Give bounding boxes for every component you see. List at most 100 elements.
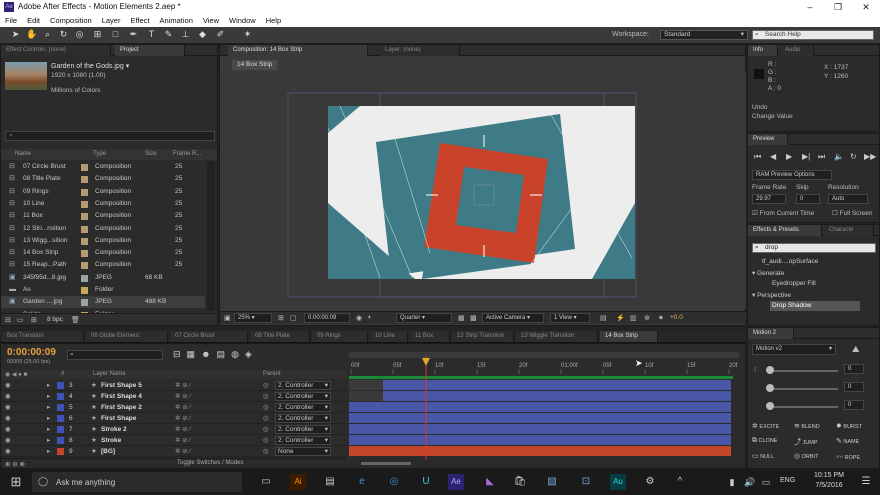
motion-blur-icon[interactable]: ◍ bbox=[231, 349, 245, 359]
power-icon[interactable]: ▭ bbox=[758, 474, 774, 490]
pan-behind-tool-icon[interactable]: ⊞ bbox=[92, 29, 103, 40]
label-color-swatch[interactable] bbox=[81, 164, 88, 171]
minimize-icon[interactable]: – bbox=[796, 0, 824, 14]
hand-tool-icon[interactable]: ✋ bbox=[26, 29, 37, 40]
eye-icon[interactable]: ◉ bbox=[5, 446, 11, 458]
graph-editor-icon[interactable]: ◈ bbox=[245, 349, 258, 359]
tab-composition[interactable]: Composition: 14 Box Strip bbox=[228, 45, 368, 56]
last-frame-icon[interactable]: ⏭ bbox=[818, 152, 825, 162]
layer-switch-icons[interactable]: ✲ ⊘ ∕ bbox=[175, 446, 191, 458]
parent-dropdown[interactable]: None ▾ bbox=[275, 447, 331, 456]
workspace-dropdown[interactable]: Standard ▾ bbox=[660, 30, 748, 40]
frame-rate-field[interactable]: 29.97 bbox=[752, 194, 786, 204]
project-item[interactable]: ⊟ 12 Stri...nsition Composition 25 bbox=[1, 223, 205, 235]
snapshot-icon[interactable]: ◉ bbox=[356, 314, 362, 322]
layer-label-color[interactable] bbox=[57, 382, 64, 389]
audition-icon[interactable]: Au bbox=[610, 474, 626, 490]
layer-name[interactable]: [BG] bbox=[101, 446, 115, 458]
tab-character[interactable]: Characte bbox=[824, 225, 874, 236]
tab-layer[interactable]: Layer: (none) bbox=[380, 45, 460, 56]
layer-row[interactable]: ◉ ▸ 3 ★ First Shape 5 ✲ ⊘ ∕ ◎ 2. Controller ▾ bbox=[1, 380, 346, 391]
menu-file[interactable]: File bbox=[0, 14, 22, 27]
effect-category-perspective[interactable]: ▾ Perspective bbox=[752, 291, 791, 299]
project-item[interactable]: ⊟ 10 Line Composition 25 bbox=[1, 198, 205, 210]
fast-preview-icon[interactable]: ⚡ bbox=[616, 314, 625, 322]
menu-window[interactable]: Window bbox=[224, 14, 261, 27]
camera-dropdown[interactable]: Active Camera ▾ bbox=[482, 313, 544, 323]
clock[interactable]: 10:15 PM 7/5/2016 bbox=[806, 471, 852, 491]
camera-tool-icon[interactable]: ◎ bbox=[74, 29, 85, 40]
effect-item-drop-shadow[interactable]: Drop Shadow bbox=[770, 301, 860, 311]
tab-preview[interactable]: Preview bbox=[748, 134, 788, 145]
show-snapshot-icon[interactable]: ◐ bbox=[368, 314, 372, 321]
project-search-input[interactable]: ⌕ bbox=[5, 131, 215, 141]
type-tool-icon[interactable]: T bbox=[146, 29, 157, 40]
col-size[interactable]: Size bbox=[145, 151, 157, 157]
motion-button-burst[interactable]: ✸ BURST bbox=[836, 422, 876, 430]
motion-button-clone[interactable]: ⧉ CLONE bbox=[752, 437, 792, 445]
comp-mini-flowchart-icon[interactable]: ⊟ bbox=[173, 349, 187, 359]
effect-category-generate[interactable]: ▾ Generate bbox=[752, 269, 784, 277]
project-item[interactable]: ⊟ 09 Rings Composition 25 bbox=[1, 186, 205, 198]
timeline-tab[interactable]: 14 Box Strip bbox=[600, 331, 658, 342]
resolution-field[interactable]: Auto bbox=[828, 194, 868, 204]
layer-label-color[interactable] bbox=[57, 404, 64, 411]
from-current-checkbox[interactable]: ☑ From Current Time bbox=[752, 209, 814, 217]
taskbar-search[interactable]: ◯ Ask me anything bbox=[32, 472, 242, 492]
layer-label-color[interactable] bbox=[57, 426, 64, 433]
project-item[interactable]: ▣ 345f95d...8.jpg JPEG 68 KB bbox=[1, 272, 205, 284]
layer-label-color[interactable] bbox=[57, 437, 64, 444]
motion-button-jump[interactable]: ⤴ JUMP bbox=[794, 437, 834, 447]
comp-timecode-field[interactable]: 0:00:00:09 bbox=[304, 313, 350, 323]
timeline-graph[interactable]: 00f 05f 10f 15f 20f 01:00f 05f 10f 15f 20f bbox=[347, 348, 745, 468]
transparency-grid-icon[interactable]: ▩ bbox=[470, 314, 477, 322]
label-color-swatch[interactable] bbox=[81, 287, 88, 294]
timeline-icon[interactable]: ▥ bbox=[630, 314, 637, 322]
motion-preset-dropdown[interactable]: Motion v2 ▾ bbox=[752, 344, 836, 355]
menu-composition[interactable]: Composition bbox=[45, 14, 97, 27]
label-color-swatch[interactable] bbox=[81, 274, 88, 282]
expand-arrow-icon[interactable]: ▸ bbox=[47, 446, 50, 458]
bpc-label[interactable]: 8 bpc bbox=[47, 316, 63, 323]
motion-button-name[interactable]: ✎ NAME bbox=[836, 437, 876, 445]
notifications-icon[interactable]: ☰ bbox=[858, 474, 874, 490]
effect-item-eyedropper[interactable]: Eyedropper Fill bbox=[772, 280, 816, 287]
loop-icon[interactable]: ↻ bbox=[850, 152, 857, 161]
label-color-swatch[interactable] bbox=[81, 213, 88, 221]
roto-brush-tool-icon[interactable]: ✐ bbox=[215, 29, 226, 40]
timeline-tab[interactable]: Box Transtion bbox=[2, 331, 84, 342]
tab-motion[interactable]: Motion 2 bbox=[748, 328, 794, 339]
slider-value-2[interactable]: 0 bbox=[844, 382, 864, 392]
pickwhip-icon[interactable]: ◎ bbox=[263, 446, 269, 458]
task-view-icon[interactable]: ▭ bbox=[258, 474, 274, 490]
settings-app-icon[interactable]: ⊡ bbox=[578, 474, 594, 490]
skip-field[interactable]: 0 bbox=[796, 194, 820, 204]
exposure-value[interactable]: +0.0 bbox=[670, 314, 683, 321]
clone-stamp-tool-icon[interactable]: ⊥ bbox=[180, 29, 191, 40]
layer-label-color[interactable] bbox=[57, 448, 64, 455]
ease-icon[interactable]: ⁝ bbox=[754, 366, 756, 374]
slider-knob-2[interactable] bbox=[766, 384, 774, 392]
system-tray-up-icon[interactable]: ^ bbox=[672, 474, 688, 490]
label-color-swatch[interactable] bbox=[81, 262, 88, 270]
menu-layer[interactable]: Layer bbox=[97, 14, 126, 27]
shy-layers-icon[interactable]: ☻ bbox=[201, 349, 216, 359]
layer-label-color[interactable] bbox=[57, 415, 64, 422]
toggle-pixel-icon[interactable]: ▤ bbox=[600, 314, 607, 322]
timeline-timecode[interactable]: 0:00:00:09 bbox=[7, 347, 56, 358]
zoom-dropdown[interactable]: 25% ▾ bbox=[234, 313, 272, 323]
settings-icon[interactable]: ⚙ bbox=[642, 474, 658, 490]
network-icon[interactable]: ▮ bbox=[724, 474, 740, 490]
parent-dropdown[interactable]: 2. Controller ▾ bbox=[275, 436, 331, 445]
label-color-swatch[interactable] bbox=[81, 188, 88, 196]
effects-search-input[interactable]: ⌕ drop bbox=[752, 243, 876, 253]
language-indicator[interactable]: ENG bbox=[780, 477, 795, 484]
layer-row[interactable]: ◉ ▸ 6 ★ First Shape ✲ ⊘ ∕ ◎ 2. Controller ▾ bbox=[1, 413, 346, 424]
slider-track-3[interactable] bbox=[768, 406, 838, 408]
trash-icon[interactable]: 🗑 bbox=[71, 316, 80, 324]
new-comp-icon[interactable]: ⊞ bbox=[31, 316, 37, 324]
tab-project[interactable]: Project bbox=[115, 45, 185, 56]
interpret-footage-icon[interactable]: ⊟ bbox=[5, 316, 11, 324]
layer-row[interactable]: ◉ ▸ 8 ★ Stroke ✲ ⊘ ∕ ◎ 2. Controller ▾ bbox=[1, 435, 346, 446]
layer-row[interactable]: ◉ ▸ 9 ★ [BG] ✲ ⊘ ∕ ◎ None ▾ bbox=[1, 446, 346, 457]
